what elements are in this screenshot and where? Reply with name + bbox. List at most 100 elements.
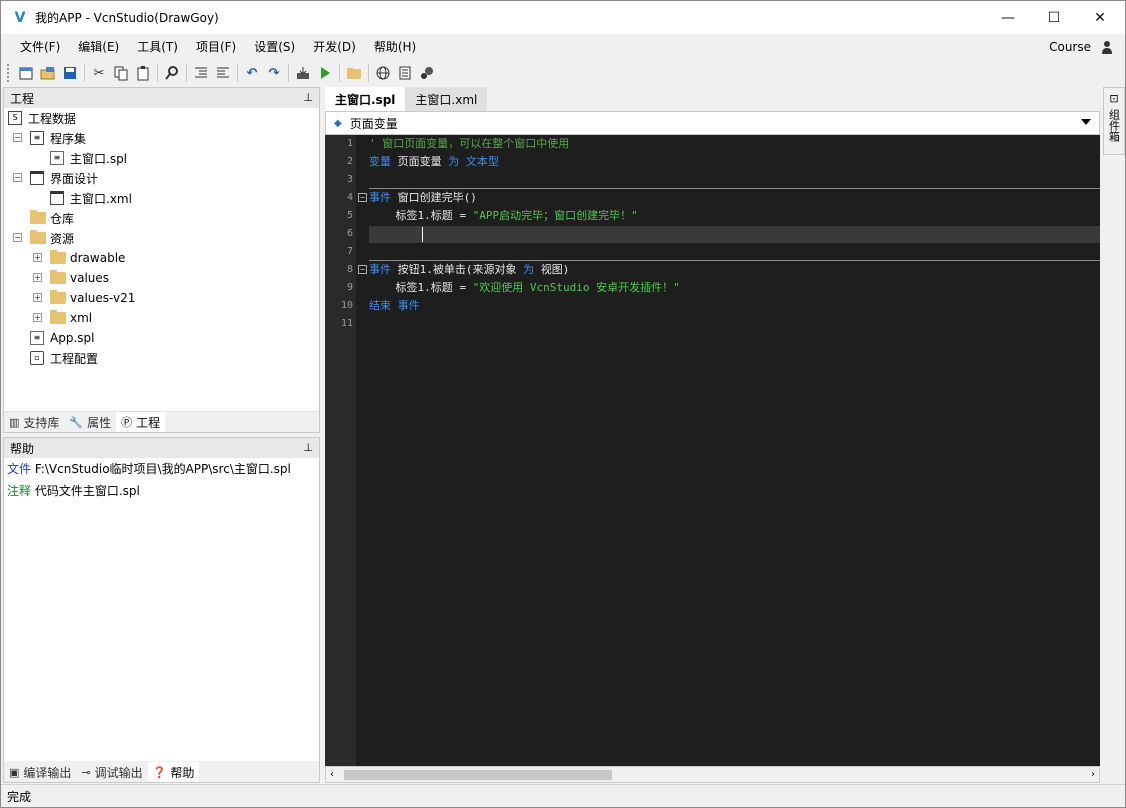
menu-file[interactable]: 文件(F) bbox=[11, 34, 69, 60]
line-number: 8 bbox=[346, 264, 353, 275]
tree-item-xml[interactable]: + xml bbox=[4, 308, 319, 328]
document-icon[interactable] bbox=[394, 62, 416, 84]
build-icon[interactable] bbox=[292, 62, 314, 84]
user-icon[interactable] bbox=[1101, 40, 1113, 54]
help-file-line: 文件 F:\VcnStudio临时项目\我的APP\src\主窗口.spl bbox=[4, 458, 319, 480]
expand-toggle[interactable]: + bbox=[33, 253, 42, 262]
code-text: 结束 事件 bbox=[369, 297, 420, 315]
tree-item-app-spl[interactable]: ≡ App.spl bbox=[4, 328, 319, 348]
component-box-tab[interactable]: ⊡ 组件箱 bbox=[1103, 87, 1125, 155]
tree-item-project-data[interactable]: S 工程数据 bbox=[4, 108, 319, 128]
pin-icon[interactable]: ⊥ bbox=[303, 441, 313, 454]
expand-toggle[interactable]: + bbox=[33, 293, 42, 302]
tab-properties[interactable]: 🔧 属性 bbox=[64, 412, 116, 432]
tree-item-main-window-xml[interactable]: 主窗口.xml bbox=[4, 188, 319, 208]
library-icon: ▥ bbox=[9, 415, 20, 429]
copy-icon[interactable] bbox=[110, 62, 132, 84]
menu-tools[interactable]: 工具(T) bbox=[128, 34, 187, 60]
globe-icon[interactable] bbox=[372, 62, 394, 84]
tab-debug-output[interactable]: ⊸ 调试输出 bbox=[76, 762, 147, 782]
tree-item-warehouse[interactable]: 仓库 bbox=[4, 208, 319, 228]
menu-bar: 文件(F) 编辑(E) 工具(T) 项目(F) 设置(S) 开发(D) 帮助(H… bbox=[1, 34, 1125, 60]
toolbar-separator bbox=[368, 64, 369, 82]
tab-compile-output[interactable]: ▣ 编译输出 bbox=[4, 762, 76, 782]
save-icon[interactable] bbox=[59, 62, 81, 84]
tab-main-window-spl[interactable]: 主窗口.spl bbox=[325, 87, 406, 111]
account-name[interactable]: Course bbox=[1049, 34, 1091, 60]
code-line[interactable]: 9 标签1.标题 = "欢迎使用 VcnStudio 安卓开发插件！" bbox=[325, 279, 1100, 297]
tree-item-drawable[interactable]: + drawable bbox=[4, 248, 319, 268]
outdent-icon[interactable] bbox=[212, 62, 234, 84]
fold-toggle[interactable]: − bbox=[358, 265, 367, 274]
folder-icon[interactable] bbox=[343, 62, 365, 84]
scroll-left-icon[interactable]: ‹ bbox=[330, 769, 334, 780]
menu-settings[interactable]: 设置(S) bbox=[245, 34, 304, 60]
project-icon: Ⓟ bbox=[121, 416, 133, 429]
member-dropdown[interactable]: ◆ 页面变量 bbox=[325, 111, 1100, 135]
tab-project[interactable]: Ⓟ 工程 bbox=[116, 412, 166, 432]
help-note-line: 注释 代码文件主窗口.spl bbox=[4, 480, 319, 502]
collapse-toggle[interactable]: − bbox=[13, 173, 22, 182]
tree-item-ui-design[interactable]: − 界面设计 bbox=[4, 168, 319, 188]
find-icon[interactable] bbox=[161, 62, 183, 84]
undo-icon[interactable]: ↶ bbox=[241, 62, 263, 84]
horizontal-scrollbar[interactable]: ‹ › bbox=[325, 766, 1100, 783]
scroll-right-icon[interactable]: › bbox=[1091, 769, 1095, 780]
app-window: V 我的APP - VcnStudio(DrawGoy) — ☐ ✕ 文件(F)… bbox=[0, 0, 1126, 808]
cut-icon[interactable]: ✂ bbox=[88, 62, 110, 84]
maximize-button[interactable]: ☐ bbox=[1031, 1, 1077, 34]
menu-edit[interactable]: 编辑(E) bbox=[69, 34, 128, 60]
menu-project[interactable]: 项目(F) bbox=[187, 34, 245, 60]
code-line[interactable]: 1 ' 窗口页面变量，可以在整个窗口中使用 bbox=[325, 135, 1100, 153]
code-line[interactable]: 11 bbox=[325, 315, 1100, 333]
tree-item-resources[interactable]: − 资源 bbox=[4, 228, 319, 248]
code-token: 窗口创建完毕() bbox=[391, 191, 477, 204]
new-project-icon[interactable] bbox=[15, 62, 37, 84]
code-line[interactable]: 10 结束 事件 bbox=[325, 297, 1100, 315]
code-line[interactable]: 2 变量 页面变量 为 文本型 bbox=[325, 153, 1100, 171]
console-icon: ▣ bbox=[9, 765, 20, 779]
menu-develop[interactable]: 开发(D) bbox=[304, 34, 365, 60]
collapse-toggle[interactable]: − bbox=[13, 133, 22, 142]
project-panel-title: 工程 bbox=[10, 91, 35, 106]
line-number: 3 bbox=[346, 174, 353, 185]
chevron-down-icon[interactable] bbox=[1081, 119, 1091, 125]
tree-item-main-window-spl[interactable]: ≡ 主窗口.spl bbox=[4, 148, 319, 168]
paste-icon[interactable] bbox=[132, 62, 154, 84]
code-line[interactable]: 7 bbox=[325, 243, 1100, 261]
tab-main-window-xml[interactable]: 主窗口.xml bbox=[405, 87, 488, 111]
pin-icon[interactable]: ⊥ bbox=[303, 91, 313, 104]
code-token: 变量 bbox=[369, 155, 391, 168]
settings-icon[interactable] bbox=[416, 62, 438, 84]
toolbar-grip[interactable] bbox=[7, 64, 11, 82]
expand-toggle[interactable]: + bbox=[33, 273, 42, 282]
folder-icon bbox=[50, 270, 66, 284]
collapse-toggle[interactable]: − bbox=[13, 233, 22, 242]
config-icon: ▫ bbox=[30, 351, 44, 365]
menu-help[interactable]: 帮助(H) bbox=[365, 34, 425, 60]
tree-item-values[interactable]: + values bbox=[4, 268, 319, 288]
window-icon bbox=[50, 191, 64, 205]
tree-item-values-v21[interactable]: + values-v21 bbox=[4, 288, 319, 308]
tab-libraries[interactable]: ▥ 支持库 bbox=[4, 412, 64, 432]
code-line[interactable]: 8− 事件 按钮1.被单击(来源对象 为 视图) bbox=[325, 261, 1100, 279]
code-line[interactable]: 5 标签1.标题 = "APP启动完毕；窗口创建完毕！" bbox=[325, 207, 1100, 225]
expand-toggle[interactable]: + bbox=[33, 313, 42, 322]
tree-item-project-config[interactable]: ▫ 工程配置 bbox=[4, 348, 319, 368]
tree-label: 工程数据 bbox=[28, 111, 77, 126]
redo-icon[interactable]: ↷ bbox=[263, 62, 285, 84]
minimize-button[interactable]: — bbox=[985, 1, 1031, 34]
code-line[interactable]: 4− 事件 窗口创建完毕() bbox=[325, 189, 1100, 207]
line-number: 7 bbox=[346, 246, 353, 257]
scrollbar-thumb[interactable] bbox=[344, 770, 612, 780]
run-icon[interactable] bbox=[314, 62, 336, 84]
tree-item-modules[interactable]: − ≡ 程序集 bbox=[4, 128, 319, 148]
code-area[interactable]: 1 ' 窗口页面变量，可以在整个窗口中使用 2 变量 页面变量 为 文本型 3 4− 事件 … bbox=[325, 135, 1100, 766]
code-line[interactable]: 3 bbox=[325, 171, 1100, 189]
close-button[interactable]: ✕ bbox=[1077, 1, 1123, 34]
indent-icon[interactable] bbox=[190, 62, 212, 84]
tab-help[interactable]: ❓ 帮助 bbox=[147, 762, 200, 782]
open-icon[interactable] bbox=[37, 62, 59, 84]
code-text: 事件 按钮1.被单击(来源对象 为 视图) bbox=[369, 261, 569, 279]
fold-toggle[interactable]: − bbox=[358, 193, 367, 202]
